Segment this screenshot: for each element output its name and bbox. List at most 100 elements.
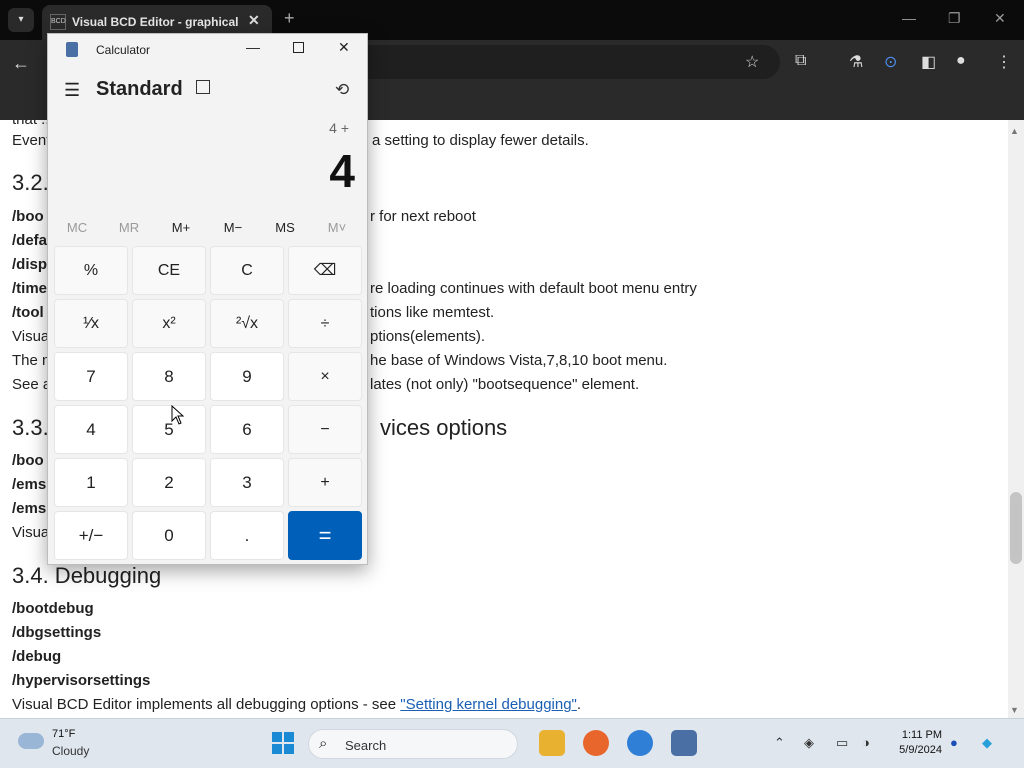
keep-on-top-icon[interactable] (196, 80, 210, 94)
page-scrollbar[interactable] (1008, 120, 1024, 718)
windows-taskbar: 71°F Cloudy ⌕ Search ⌃ ◈ ▭ ◑ 1:11 PM 5/9… (0, 718, 1024, 768)
calc-close-button[interactable]: ✕ (338, 39, 350, 56)
show-hidden-icons-chevron-icon[interactable]: ⌃ (774, 735, 785, 751)
hamburger-menu-icon[interactable]: ☰ (64, 80, 80, 101)
calculator-app-icon (66, 42, 78, 57)
taskbar-search-box[interactable]: ⌕ Search (308, 729, 518, 759)
calculator-title: Calculator (96, 43, 151, 57)
text-line: Event (12, 132, 51, 149)
text-line: he base of Windows Vista,7,8,10 boot men… (370, 352, 668, 369)
back-button[interactable]: ← (12, 53, 30, 74)
text-line: r for next reboot (370, 208, 476, 225)
digit-5-button[interactable]: 5 (132, 405, 206, 454)
negate-button[interactable]: +/− (54, 511, 128, 560)
square-button[interactable]: x² (132, 299, 206, 348)
scrollbar-thumb[interactable] (1010, 492, 1022, 564)
text-line: re loading continues with default boot m… (370, 280, 697, 297)
calculator-taskbar-icon[interactable] (671, 730, 697, 756)
digit-1-button[interactable]: 1 (54, 458, 128, 507)
profile-avatar-icon[interactable]: ● (956, 52, 966, 70)
digit-0-button[interactable]: 0 (132, 511, 206, 560)
text-line: lates (not only) "bootsequence" element. (370, 376, 640, 393)
memory-button[interactable]: M− (207, 220, 259, 235)
address-bar[interactable] (350, 45, 780, 79)
backspace-button[interactable]: ⌫ (288, 246, 362, 295)
calc-minimize-button[interactable]: — (246, 39, 260, 55)
search-label: Search (345, 738, 387, 753)
digit-9-button[interactable]: 9 (210, 352, 284, 401)
display-icon[interactable]: ▭ (836, 735, 848, 751)
system-clock[interactable]: 1:11 PM 5/9/2024 (888, 729, 942, 756)
scroll-down-icon[interactable]: ▼ (1010, 705, 1019, 715)
percent-button[interactable]: % (54, 246, 128, 295)
option-bootdebug: /bootdebug (12, 600, 94, 617)
section-heading: 3.3. (12, 415, 49, 440)
clear-entry-button[interactable]: CE (132, 246, 206, 295)
option-debug: /debug (12, 648, 62, 665)
history-icon[interactable]: ⟲ (335, 80, 349, 100)
download-icon[interactable]: ⊙ (884, 52, 897, 72)
weather-condition[interactable]: Cloudy (52, 744, 89, 758)
decimal-button[interactable]: . (210, 511, 284, 560)
kernel-debugging-link[interactable]: "Setting kernel debugging" (400, 696, 577, 713)
labs-flask-icon[interactable]: ⚗ (849, 52, 863, 72)
windows-start-icon[interactable] (272, 732, 294, 754)
network-icon[interactable]: ◈ (804, 735, 814, 751)
add-button[interactable]: + (288, 458, 362, 507)
text-line: tions like memtest. (370, 304, 495, 321)
digit-6-button[interactable]: 6 (210, 405, 284, 454)
notification-bell-icon[interactable]: ● (950, 735, 958, 750)
digit-3-button[interactable]: 3 (210, 458, 284, 507)
text-line: See a (12, 376, 52, 393)
memory-button[interactable]: MR (103, 220, 155, 235)
footer-text: Visual BCD Editor implements all debuggi… (12, 696, 401, 713)
digit-8-button[interactable]: 8 (132, 352, 206, 401)
memory-button[interactable]: M˅ (311, 220, 363, 235)
new-tab-button[interactable]: + (284, 8, 295, 29)
side-panel-icon[interactable]: ◧ (921, 52, 936, 72)
text-line: Visua (12, 524, 50, 541)
section-heading: 3.2. (12, 170, 49, 195)
restore-button[interactable]: ❐ (948, 10, 961, 27)
multiply-button[interactable]: × (288, 352, 362, 401)
reciprocal-button[interactable]: ¹⁄x (54, 299, 128, 348)
scroll-up-icon[interactable]: ▲ (1010, 126, 1019, 136)
copilot-icon[interactable]: ◆ (982, 735, 992, 751)
volume-icon[interactable]: ◑ (862, 735, 870, 750)
footer-paragraph: Visual BCD Editor implements all debuggi… (12, 696, 581, 713)
option-name: /boo (12, 452, 44, 469)
chrome-icon[interactable] (627, 730, 653, 756)
debugging-heading: 3.4. Debugging (12, 563, 162, 588)
equals-button[interactable]: = (288, 511, 362, 560)
text-line: ptions(elements). (370, 328, 486, 345)
text-line: The n (12, 352, 51, 369)
tab-close-icon[interactable]: ✕ (248, 12, 260, 29)
minimize-button[interactable]: — (902, 10, 916, 26)
option-name: /ems (12, 500, 47, 517)
cloud-weather-icon[interactable] (18, 733, 44, 749)
clear-button[interactable]: C (210, 246, 284, 295)
memory-button[interactable]: MC (51, 220, 103, 235)
digit-2-button[interactable]: 2 (132, 458, 206, 507)
text-line: a setting to display fewer details. (372, 132, 589, 149)
calc-maximize-button[interactable] (293, 42, 304, 53)
tab-search-button[interactable]: ▾ (8, 8, 34, 32)
menu-kebab-icon[interactable]: ⋮ (996, 52, 1012, 72)
square-root-button[interactable]: ²√x (210, 299, 284, 348)
subtract-button[interactable]: − (288, 405, 362, 454)
close-window-button[interactable]: ✕ (994, 10, 1006, 27)
memory-button[interactable]: M+ (155, 220, 207, 235)
text-line: Visua (12, 328, 50, 345)
bookmark-star-icon[interactable]: ☆ (745, 52, 759, 72)
digit-7-button[interactable]: 7 (54, 352, 128, 401)
digit-4-button[interactable]: 4 (54, 405, 128, 454)
clock-date: 5/9/2024 (899, 744, 942, 756)
memory-button[interactable]: MS (259, 220, 311, 235)
divide-button[interactable]: ÷ (288, 299, 362, 348)
calculator-titlebar[interactable]: Calculator — ✕ (48, 34, 367, 66)
extensions-icon[interactable]: ⧉ (795, 52, 806, 70)
file-explorer-icon[interactable] (539, 730, 565, 756)
weather-temperature[interactable]: 71°F (52, 728, 75, 740)
firefox-icon[interactable] (583, 730, 609, 756)
section-heading-tail: vices options (380, 415, 508, 440)
